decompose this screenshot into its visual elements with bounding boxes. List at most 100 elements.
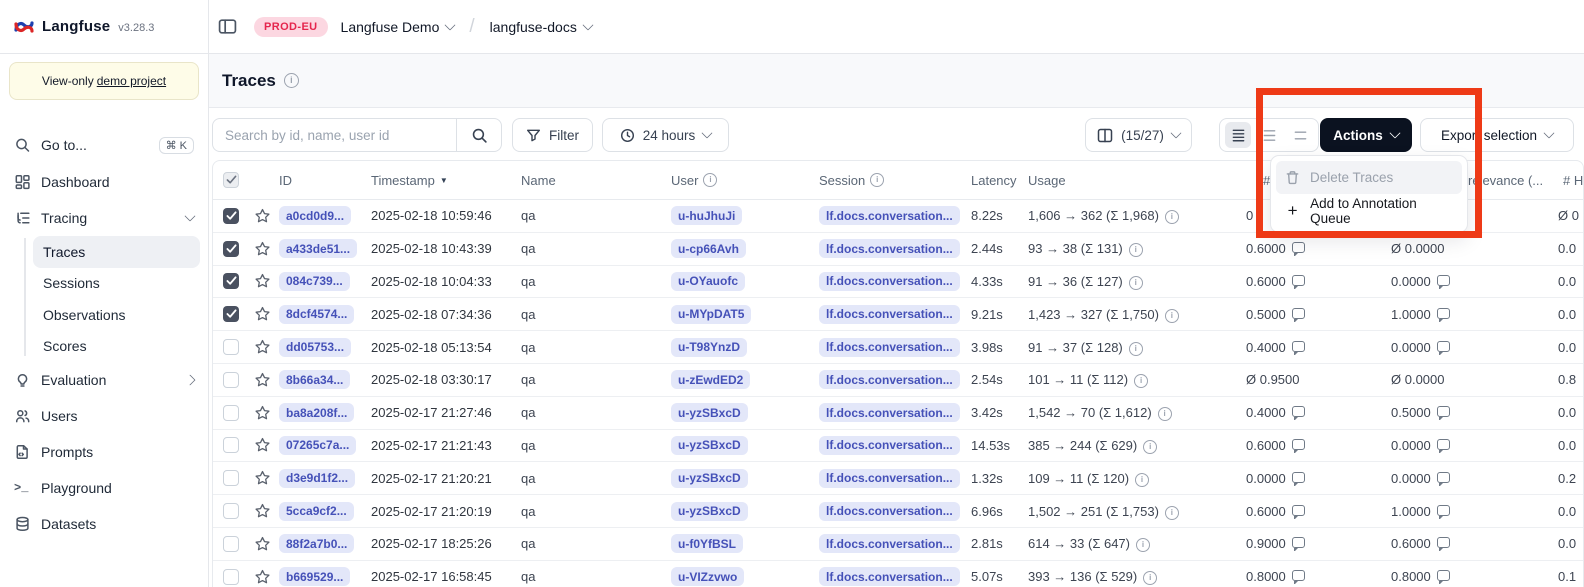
favorite-star-icon[interactable]	[254, 405, 271, 421]
table-row[interactable]: dd05753...2025-02-18 05:13:54qau-T98YnzD…	[213, 331, 1583, 364]
comment-icon[interactable]	[1292, 505, 1305, 516]
row-checkbox[interactable]	[223, 437, 239, 453]
comment-icon[interactable]	[1292, 537, 1305, 548]
comment-icon[interactable]	[1437, 439, 1450, 450]
favorite-star-icon[interactable]	[254, 273, 271, 289]
trace-id-badge[interactable]: a433de51...	[279, 239, 357, 258]
goto-search[interactable]: Go to... ⌘ K	[8, 128, 200, 162]
session-badge[interactable]: lf.docs.conversation...	[819, 338, 960, 357]
row-checkbox[interactable]	[223, 536, 239, 552]
user-badge[interactable]: u-T98YnzD	[671, 338, 747, 357]
user-badge[interactable]: u-zEwdED2	[671, 370, 750, 389]
row-checkbox[interactable]	[223, 306, 239, 322]
menu-item-delete-traces[interactable]: Delete Traces	[1276, 161, 1462, 194]
user-badge[interactable]: u-yzSBxcD	[671, 403, 748, 422]
comment-icon[interactable]	[1437, 505, 1450, 516]
user-badge[interactable]: u-yzSBxcD	[671, 436, 748, 455]
column-visibility-button[interactable]: (15/27)	[1085, 118, 1192, 152]
sidebar-item-scores[interactable]: Scores	[33, 331, 200, 363]
user-badge[interactable]: u-cp66Avh	[671, 239, 746, 258]
table-row[interactable]: 07265c7a...2025-02-17 21:21:43qau-yzSBxc…	[213, 430, 1583, 463]
favorite-star-icon[interactable]	[254, 241, 271, 257]
column-header-sel[interactable]	[213, 172, 251, 188]
time-range-button[interactable]: 24 hours	[602, 118, 729, 152]
trace-id-badge[interactable]: d3e9d1f2...	[279, 469, 355, 488]
sidebar-item-traces[interactable]: Traces	[33, 236, 200, 268]
row-checkbox[interactable]	[223, 339, 239, 355]
trace-id-badge[interactable]: 5cca9cf2...	[279, 502, 354, 521]
comment-icon[interactable]	[1292, 439, 1305, 450]
comment-icon[interactable]	[1292, 242, 1305, 253]
menu-item-add-to-annotation-queue[interactable]: + Add to Annotation Queue	[1276, 194, 1462, 227]
table-row[interactable]: 8dcf4574...2025-02-18 07:34:36qau-MYpDAT…	[213, 298, 1583, 331]
filter-button[interactable]: Filter	[512, 118, 593, 152]
trace-id-badge[interactable]: 88f2a7b0...	[279, 534, 354, 553]
session-badge[interactable]: lf.docs.conversation...	[819, 239, 960, 258]
table-row[interactable]: a433de51...2025-02-18 10:43:39qau-cp66Av…	[213, 233, 1583, 266]
sidebar-item-users[interactable]: Users	[8, 398, 200, 434]
user-badge[interactable]: u-yzSBxcD	[671, 502, 748, 521]
trace-id-badge[interactable]: a0cd0d9...	[279, 206, 351, 225]
user-badge[interactable]: u-huJhuJi	[671, 206, 742, 225]
row-checkbox[interactable]	[223, 503, 239, 519]
export-selection-button[interactable]: Export selection	[1420, 118, 1574, 152]
comment-icon[interactable]	[1437, 537, 1450, 548]
sidebar-item-playground[interactable]: >_ Playground	[8, 470, 200, 506]
comment-icon[interactable]	[1437, 406, 1450, 417]
comment-icon[interactable]	[1292, 341, 1305, 352]
user-badge[interactable]: u-OYauofc	[671, 272, 745, 291]
favorite-star-icon[interactable]	[254, 536, 271, 552]
trace-id-badge[interactable]: 084c739...	[279, 272, 350, 291]
user-badge[interactable]: u-f0YfBSL	[671, 534, 743, 553]
row-height-compact-button[interactable]	[1225, 122, 1251, 148]
trace-id-badge[interactable]: dd05753...	[279, 338, 351, 357]
sidebar-item-dashboard[interactable]: Dashboard	[8, 164, 200, 200]
row-checkbox[interactable]	[223, 241, 239, 257]
session-badge[interactable]: lf.docs.conversation...	[819, 403, 960, 422]
actions-button[interactable]: Actions	[1320, 118, 1412, 152]
search-input[interactable]	[213, 119, 456, 151]
session-badge[interactable]: lf.docs.conversation...	[819, 206, 960, 225]
table-row[interactable]: 8b66a34...2025-02-18 03:30:17qau-zEwdED2…	[213, 364, 1583, 397]
row-checkbox[interactable]	[223, 470, 239, 486]
table-row[interactable]: d3e9d1f2...2025-02-17 21:20:21qau-yzSBxc…	[213, 462, 1583, 495]
sidebar-item-tracing[interactable]: Tracing	[8, 200, 200, 236]
comment-icon[interactable]	[1437, 341, 1450, 352]
favorite-star-icon[interactable]	[254, 208, 271, 224]
table-row[interactable]: 88f2a7b0...2025-02-17 18:25:26qau-f0YfBS…	[213, 528, 1583, 561]
table-row[interactable]: ba8a208f...2025-02-17 21:27:46qau-yzSBxc…	[213, 397, 1583, 430]
user-badge[interactable]: u-MYpDAT5	[671, 305, 751, 324]
session-badge[interactable]: lf.docs.conversation...	[819, 502, 960, 521]
row-checkbox[interactable]	[223, 273, 239, 289]
favorite-star-icon[interactable]	[254, 437, 271, 453]
table-row[interactable]: 5cca9cf2...2025-02-17 21:20:19qau-yzSBxc…	[213, 495, 1583, 528]
sidebar-item-sessions[interactable]: Sessions	[33, 268, 200, 300]
session-badge[interactable]: lf.docs.conversation...	[819, 272, 960, 291]
favorite-star-icon[interactable]	[254, 569, 271, 585]
session-badge[interactable]: lf.docs.conversation...	[819, 567, 960, 586]
demo-project-link[interactable]: demo project	[97, 74, 166, 88]
sidebar-item-evaluation[interactable]: Evaluation	[8, 362, 200, 398]
sidebar-item-prompts[interactable]: Prompts	[8, 434, 200, 470]
org-selector[interactable]: Langfuse Demo	[341, 19, 455, 35]
comment-icon[interactable]	[1437, 570, 1450, 581]
favorite-star-icon[interactable]	[254, 339, 271, 355]
session-badge[interactable]: lf.docs.conversation...	[819, 469, 960, 488]
sidebar-item-datasets[interactable]: Datasets	[8, 506, 200, 542]
comment-icon[interactable]	[1292, 275, 1305, 286]
trace-id-badge[interactable]: ba8a208f...	[279, 403, 354, 422]
table-row[interactable]: 084c739...2025-02-18 10:04:33qau-OYauofc…	[213, 266, 1583, 299]
favorite-star-icon[interactable]	[254, 470, 271, 486]
project-selector[interactable]: langfuse-docs	[490, 19, 592, 35]
search-submit-button[interactable]	[456, 119, 501, 151]
comment-icon[interactable]	[1437, 275, 1450, 286]
favorite-star-icon[interactable]	[254, 503, 271, 519]
user-badge[interactable]: u-yzSBxcD	[671, 469, 748, 488]
trace-id-badge[interactable]: 8b66a34...	[279, 370, 350, 389]
select-all-checkbox[interactable]	[223, 172, 239, 188]
row-checkbox[interactable]	[223, 405, 239, 421]
session-badge[interactable]: lf.docs.conversation...	[819, 436, 960, 455]
session-badge[interactable]: lf.docs.conversation...	[819, 370, 960, 389]
trace-id-badge[interactable]: 07265c7a...	[279, 436, 356, 455]
table-row[interactable]: b669529...2025-02-17 16:58:45qau-VIZzvwo…	[213, 561, 1583, 587]
